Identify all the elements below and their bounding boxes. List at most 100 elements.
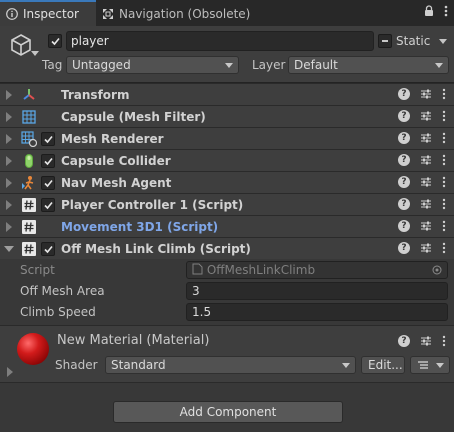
component-tools: ? — [398, 242, 446, 254]
component-menu-icon[interactable] — [442, 198, 446, 210]
mesh-renderer-icon — [21, 131, 37, 147]
component-off-mesh-link-climb[interactable]: Off Mesh Link Climb (Script) ? — [0, 237, 454, 259]
tab-tools — [424, 5, 448, 20]
component-tools: ? — [398, 198, 446, 210]
material-section: New Material (Material) ? Shader Standar… — [0, 325, 454, 383]
icon-dropdown-arrow[interactable] — [31, 51, 39, 56]
foldout-arrow[interactable] — [6, 156, 12, 166]
component-transform[interactable]: Transform ? — [0, 83, 454, 105]
component-enabled-checkbox[interactable] — [41, 132, 55, 146]
foldout-arrow[interactable] — [4, 246, 14, 252]
component-enabled-checkbox[interactable] — [41, 154, 55, 168]
object-header: player Static Tag Untagged Layer Default — [0, 26, 454, 83]
info-icon — [6, 8, 18, 20]
climb-speed-label: Climb Speed — [20, 305, 96, 319]
component-title: Movement 3D1 (Script) — [61, 220, 219, 234]
foldout-arrow[interactable] — [6, 178, 12, 188]
shader-options-button[interactable] — [410, 356, 450, 374]
foldout-arrow[interactable] — [6, 200, 12, 210]
mesh-filter-icon — [22, 110, 36, 124]
presets-icon[interactable] — [420, 154, 432, 166]
help-icon[interactable]: ? — [398, 220, 410, 232]
presets-icon[interactable] — [420, 110, 432, 122]
component-capsule-collider[interactable]: Capsule Collider ? — [0, 149, 454, 171]
foldout-arrow[interactable] — [6, 134, 12, 144]
component-menu-icon[interactable] — [442, 110, 446, 122]
presets-icon[interactable] — [420, 242, 432, 254]
component-enabled-checkbox[interactable] — [41, 242, 55, 256]
chevron-down-icon — [342, 363, 350, 368]
component-tools: ? — [398, 220, 446, 232]
component-menu-icon[interactable] — [442, 176, 446, 188]
chevron-down-icon — [435, 63, 443, 68]
script-icon — [22, 220, 36, 234]
off-mesh-area-input[interactable]: 3 — [186, 282, 448, 300]
climb-speed-input[interactable]: 1.5 — [186, 303, 448, 321]
navigation-icon — [102, 8, 114, 20]
static-dropdown-arrow[interactable] — [439, 39, 447, 44]
shader-dropdown[interactable]: Standard — [105, 356, 356, 374]
presets-icon[interactable] — [420, 132, 432, 144]
help-icon[interactable]: ? — [398, 110, 410, 122]
component-tools: ? — [398, 154, 446, 166]
add-component-button[interactable]: Add Component — [113, 401, 343, 423]
tag-dropdown[interactable]: Untagged — [66, 56, 239, 74]
component-menu-icon[interactable] — [442, 335, 446, 347]
foldout-arrow[interactable] — [6, 222, 12, 232]
component-menu-icon[interactable] — [442, 132, 446, 144]
component-player-controller[interactable]: Player Controller 1 (Script) ? — [0, 193, 454, 215]
tab-navigation[interactable]: Navigation (Obsolete) — [96, 2, 306, 26]
presets-icon[interactable] — [420, 335, 432, 347]
component-menu-icon[interactable] — [442, 88, 446, 100]
component-menu-icon[interactable] — [442, 220, 446, 232]
component-nav-mesh-agent[interactable]: Nav Mesh Agent ? — [0, 171, 454, 193]
capsule-collider-icon — [25, 154, 33, 168]
component-mesh-filter[interactable]: Capsule (Mesh Filter) ? — [0, 105, 454, 127]
off-mesh-area-label: Off Mesh Area — [20, 284, 105, 298]
component-enabled-checkbox[interactable] — [41, 176, 55, 190]
component-title: Off Mesh Link Climb (Script) — [61, 242, 251, 256]
script-label: Script — [20, 263, 55, 277]
object-picker-icon[interactable] — [432, 265, 442, 275]
component-mesh-renderer[interactable]: Mesh Renderer ? — [0, 127, 454, 149]
static-checkbox[interactable] — [378, 34, 392, 48]
object-name-input[interactable]: player — [66, 31, 374, 51]
component-movement-3d1[interactable]: Movement 3D1 (Script) ? — [0, 215, 454, 237]
help-icon[interactable]: ? — [398, 198, 410, 210]
tab-navigation-label: Navigation (Obsolete) — [119, 7, 251, 21]
help-icon[interactable]: ? — [398, 176, 410, 188]
foldout-arrow[interactable] — [6, 112, 12, 122]
tab-inspector[interactable]: Inspector — [0, 0, 96, 26]
layer-dropdown[interactable]: Default — [288, 56, 449, 74]
nav-mesh-agent-icon — [22, 176, 34, 190]
presets-icon[interactable] — [420, 176, 432, 188]
more-options-icon[interactable] — [444, 5, 448, 20]
help-icon[interactable]: ? — [398, 335, 410, 347]
component-menu-icon[interactable] — [442, 242, 446, 254]
help-icon[interactable]: ? — [398, 242, 410, 254]
edit-shader-button[interactable]: Edit... — [361, 356, 405, 374]
presets-icon[interactable] — [420, 220, 432, 232]
static-label: Static — [396, 34, 431, 48]
material-title: New Material (Material) — [57, 333, 210, 348]
component-menu-icon[interactable] — [442, 154, 446, 166]
component-title: Transform — [61, 88, 130, 102]
tag-label: Tag — [42, 58, 63, 72]
presets-icon[interactable] — [420, 198, 432, 210]
presets-icon[interactable] — [420, 88, 432, 100]
script-value: OffMeshLinkClimb — [206, 263, 316, 277]
transform-icon — [23, 89, 35, 100]
active-checkbox[interactable] — [48, 34, 62, 48]
help-icon[interactable]: ? — [398, 154, 410, 166]
material-foldout-arrow[interactable] — [7, 367, 13, 377]
help-icon[interactable]: ? — [398, 132, 410, 144]
foldout-arrow[interactable] — [6, 90, 12, 100]
script-field[interactable]: OffMeshLinkClimb — [186, 261, 448, 279]
help-icon[interactable]: ? — [398, 88, 410, 100]
component-tools: ? — [398, 88, 446, 100]
component-enabled-checkbox[interactable] — [41, 198, 55, 212]
component-title: Mesh Renderer — [61, 132, 164, 146]
lock-icon[interactable] — [424, 5, 434, 20]
component-title: Capsule Collider — [61, 154, 171, 168]
component-title: Nav Mesh Agent — [61, 176, 172, 190]
